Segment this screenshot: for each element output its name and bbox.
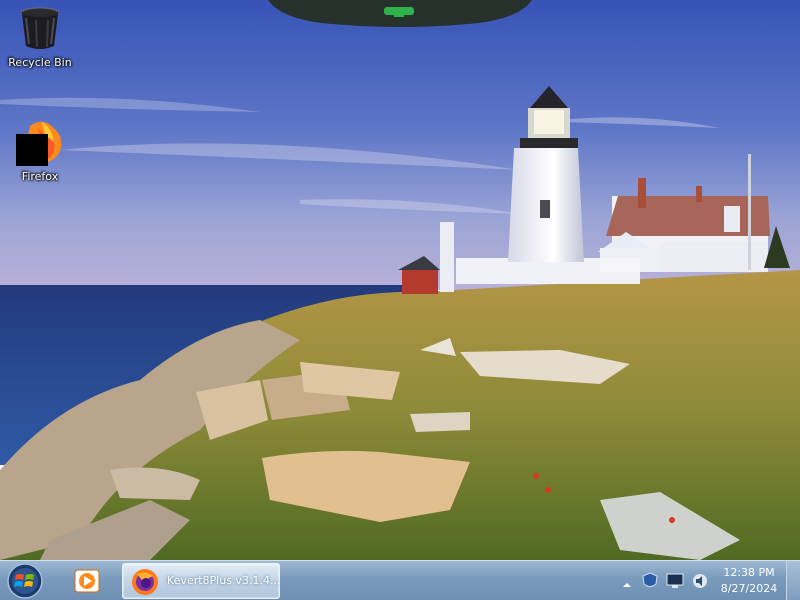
- taskbar-window-title: Kevert8Plus v3.1.4...: [167, 574, 281, 587]
- show-desktop-button[interactable]: [786, 561, 800, 600]
- taskbar-pinned-media-player[interactable]: [72, 566, 102, 596]
- clock-time: 12:38 PM: [723, 566, 775, 579]
- clock-date: 8/27/2024: [720, 582, 778, 595]
- network-monitor-icon[interactable]: [666, 573, 684, 593]
- top-dock-gadget: [268, 0, 532, 28]
- recycle-bin-icon: [16, 4, 64, 52]
- taskbar-clock[interactable]: 12:38 PM 8/27/2024: [716, 565, 782, 597]
- desktop-wallpaper: [0, 0, 800, 560]
- firefox-icon: [131, 568, 159, 596]
- desktop-icon-recycle-bin[interactable]: Recycle Bin: [2, 4, 78, 69]
- windows-start-orb-icon: [7, 563, 43, 599]
- lighthouse-scene: [0, 0, 800, 560]
- taskbar-window-button[interactable]: Kevert8Plus v3.1.4...: [122, 563, 280, 599]
- start-button[interactable]: [6, 562, 44, 600]
- taskbar: Kevert8Plus v3.1.4... 12:38 PM 8/27/2024: [0, 560, 800, 600]
- show-hidden-icons-arrow-icon[interactable]: [622, 575, 632, 594]
- media-player-icon: [74, 569, 100, 593]
- volume-icon[interactable]: [692, 572, 708, 594]
- security-shield-icon[interactable]: [642, 572, 658, 594]
- system-tray: [618, 561, 718, 600]
- desktop-icon-label: Firefox: [21, 170, 59, 183]
- desktop-icon-firefox[interactable]: Firefox: [2, 118, 78, 183]
- firefox-icon: [16, 118, 64, 166]
- desktop-icon-label: Recycle Bin: [8, 56, 72, 69]
